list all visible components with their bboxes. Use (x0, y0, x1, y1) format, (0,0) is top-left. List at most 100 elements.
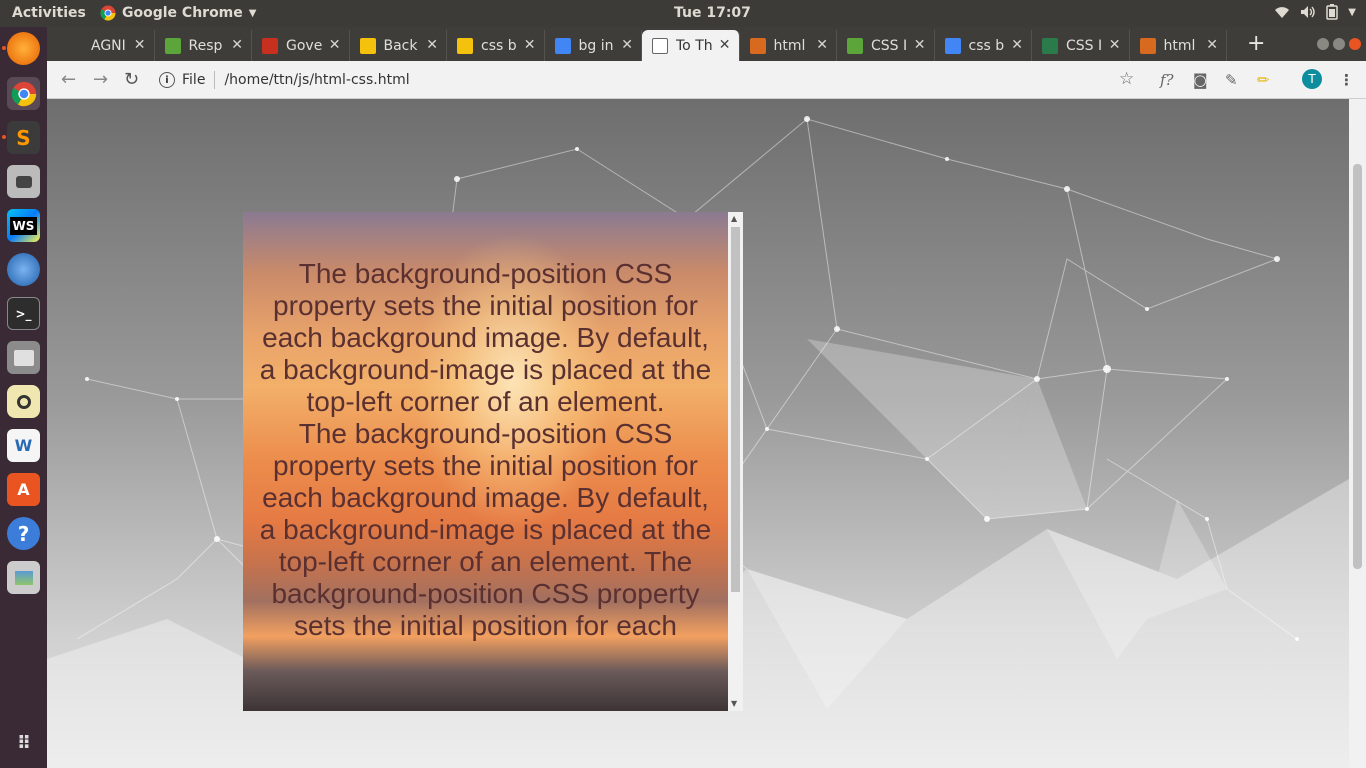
tab-label: Resp (188, 37, 223, 54)
url-text[interactable]: /home/ttn/js/html-css.html (224, 72, 409, 88)
close-tab-icon[interactable]: ✕ (134, 37, 146, 53)
tab-11[interactable]: CSS I ✕ (1032, 30, 1130, 61)
chrome-dock-icon[interactable] (7, 77, 40, 110)
close-tab-icon[interactable]: ✕ (816, 37, 828, 53)
chrome-icon (100, 5, 116, 21)
profile-avatar[interactable]: T (1302, 69, 1322, 89)
tab-label: To Th (676, 37, 713, 54)
close-tab-icon[interactable]: ✕ (329, 37, 341, 53)
files-icon[interactable] (7, 341, 40, 374)
favicon-icon (847, 37, 863, 54)
tab-2[interactable]: Resp ✕ (155, 30, 252, 61)
tab-strip: AGNI ✕ Resp ✕ Gove ✕ Back ✕ css b ✕ bg in ✕ To Th ✕ ht… (47, 27, 1366, 61)
favicon-icon (749, 37, 766, 54)
highlighter-extension-icon[interactable]: ✏ (1257, 71, 1270, 89)
webstorm-icon[interactable]: WS (7, 209, 40, 242)
close-tab-icon[interactable]: ✕ (524, 37, 536, 53)
favicon-icon (457, 37, 473, 54)
tab-12[interactable]: html ✕ (1130, 30, 1227, 61)
close-tab-icon[interactable]: ✕ (426, 37, 438, 53)
close-tab-icon[interactable]: ✕ (719, 37, 731, 53)
scrollable-text-box[interactable]: The background-position CSS property set… (243, 212, 743, 711)
activities-button[interactable]: Activities (12, 5, 86, 21)
box-scrollbar[interactable]: ▲ ▼ (728, 212, 743, 711)
chevron-down-icon: ▼ (248, 7, 257, 19)
tab-label: css b (481, 37, 517, 54)
clock[interactable]: Tue 17:07 (674, 5, 751, 21)
help-icon[interactable]: ? (7, 517, 40, 550)
scroll-up-arrow-icon[interactable]: ▲ (731, 214, 737, 223)
bookmark-star-icon[interactable]: ☆ (1119, 69, 1134, 89)
close-tab-icon[interactable]: ✕ (1206, 37, 1218, 53)
app-menu[interactable]: Google Chrome ▼ (100, 5, 256, 21)
close-tab-icon[interactable]: ✕ (1109, 37, 1121, 53)
box-content: The background-position CSS property set… (243, 258, 728, 642)
tab-label: CSS I (1066, 37, 1103, 54)
forward-button[interactable]: → (93, 69, 108, 90)
tab-label: AGNI (91, 37, 126, 54)
volume-icon (1301, 6, 1315, 18)
favicon-icon (652, 37, 668, 54)
tab-label: Gove (286, 37, 323, 54)
close-window-button[interactable] (1349, 38, 1361, 50)
favicon-icon (359, 37, 376, 54)
back-button[interactable]: ← (61, 69, 76, 90)
page-scrollbar-thumb[interactable] (1353, 164, 1362, 569)
running-indicator (2, 135, 6, 139)
camera-extension-icon[interactable]: ◙ (1193, 71, 1208, 89)
tab-label: html (1163, 37, 1196, 54)
browser-toolbar: ← → ↻ i File /home/ttn/js/html-css.html … (47, 61, 1366, 99)
show-applications-icon[interactable]: ⠿ (7, 727, 40, 760)
tab-3[interactable]: Gove ✕ (252, 30, 350, 61)
favicon-icon (164, 37, 181, 54)
minimize-button[interactable] (1317, 38, 1329, 50)
ubuntu-software-icon[interactable]: A (7, 473, 40, 506)
app-menu-label: Google Chrome (122, 5, 243, 21)
wifi-icon (1275, 7, 1290, 18)
new-tab-button[interactable]: + (1247, 31, 1265, 56)
favicon-icon (67, 37, 83, 54)
ubuntu-dock: S WS >_ W A ? ⠿ (0, 27, 47, 768)
tab-label: css b (968, 37, 1005, 54)
tab-6[interactable]: bg in ✕ (545, 30, 642, 61)
scroll-down-arrow-icon[interactable]: ▼ (731, 699, 737, 708)
page-scrollbar[interactable] (1349, 99, 1366, 768)
paragraph-1: The background-position CSS property set… (259, 258, 712, 417)
tab-1[interactable]: AGNI ✕ (57, 30, 155, 61)
tab-9[interactable]: CSS I ✕ (837, 30, 935, 61)
terminal-icon[interactable]: >_ (7, 297, 40, 330)
running-indicator (2, 46, 6, 50)
info-icon[interactable]: i (159, 72, 175, 88)
gnome-top-bar: Activities Google Chrome ▼ Tue 17:07 ▼ (0, 0, 1366, 27)
rhythmbox-icon[interactable] (7, 385, 40, 418)
tab-5[interactable]: css b ✕ (447, 30, 545, 61)
maximize-button[interactable] (1333, 38, 1345, 50)
close-tab-icon[interactable]: ✕ (621, 37, 633, 53)
status-menu[interactable]: ▼ (1274, 4, 1356, 20)
tab-7[interactable]: To Th ✕ (642, 30, 740, 61)
sublime-text-icon[interactable]: S (7, 121, 40, 154)
box-scrollbar-thumb[interactable] (731, 227, 740, 592)
address-bar[interactable]: i File /home/ttn/js/html-css.html (159, 66, 1139, 94)
tab-8[interactable]: html ✕ (740, 30, 837, 61)
libreoffice-writer-icon[interactable]: W (7, 429, 40, 462)
font-extension-icon[interactable]: f? (1160, 71, 1174, 89)
security-label: File (182, 72, 206, 88)
tab-10[interactable]: css b ✕ (935, 30, 1032, 61)
image-viewer-icon[interactable] (7, 561, 40, 594)
tab-4[interactable]: Back ✕ (350, 30, 447, 61)
eyedropper-extension-icon[interactable]: ✎ (1225, 71, 1238, 89)
close-tab-icon[interactable]: ✕ (231, 37, 243, 53)
close-tab-icon[interactable]: ✕ (914, 37, 926, 53)
tab-label: html (773, 37, 806, 54)
close-tab-icon[interactable]: ✕ (1011, 37, 1023, 53)
battery-icon (1326, 4, 1339, 20)
page-viewport: The background-position CSS property set… (47, 99, 1366, 768)
screenshot-icon[interactable] (7, 165, 40, 198)
paragraph-2: The background-position CSS property set… (259, 418, 712, 641)
reload-button[interactable]: ↻ (124, 69, 139, 90)
thunderbird-icon[interactable] (7, 253, 40, 286)
more-menu-icon[interactable]: ⋮ (1339, 71, 1354, 89)
favicon-icon (944, 37, 961, 54)
firefox-icon[interactable] (7, 32, 40, 65)
